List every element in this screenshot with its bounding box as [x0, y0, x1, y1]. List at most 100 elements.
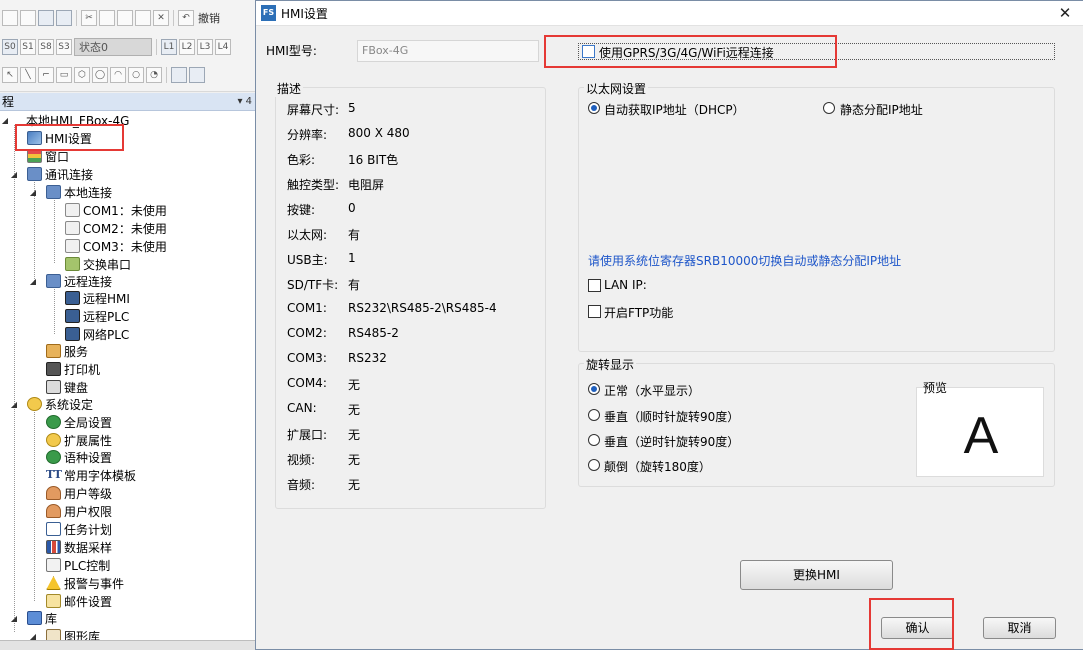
tree-item-remote-plc[interactable]: 远程PLC [65, 307, 129, 325]
tree-item-global[interactable]: 全局设置 [46, 413, 112, 431]
spec-key: 按键: [287, 203, 316, 217]
spec-key: 音频: [287, 478, 316, 492]
tree-item-net-plc[interactable]: 网络PLC [65, 325, 129, 343]
paste-icon[interactable] [117, 10, 133, 26]
dhcp-label[interactable]: 自动获取IP地址（DHCP） [604, 101, 745, 118]
layer-button-l2[interactable]: L2 [179, 39, 195, 55]
rotation-cw-label[interactable]: 垂直（顺时针旋转90度） [604, 408, 739, 425]
new-file-icon[interactable] [2, 10, 18, 26]
dhcp-radio[interactable] [588, 102, 600, 114]
rotation-normal-label[interactable]: 正常（水平显示） [604, 382, 700, 399]
collapse-icon[interactable]: ◢ [28, 188, 38, 197]
spec-key: 以太网: [287, 228, 328, 242]
tree-item-plc-control[interactable]: PLC控制 [46, 556, 110, 574]
tree-item-com3[interactable]: COM3：未使用 [65, 237, 167, 255]
tree-item-alarm[interactable]: 报警与事件 [46, 574, 124, 592]
circle-icon[interactable]: ○ [128, 67, 144, 83]
tree-item-user-level[interactable]: 用户等级 [46, 484, 112, 502]
undo-label[interactable]: 撤销 [196, 10, 220, 26]
layer-button-l3[interactable]: L3 [197, 39, 213, 55]
polygon-icon[interactable]: ⬡ [74, 67, 90, 83]
cut-icon[interactable]: ✂ [81, 10, 97, 26]
paste-special-icon[interactable] [135, 10, 151, 26]
state-button-s1[interactable]: S1 [20, 39, 36, 55]
rotation-flip-radio[interactable] [588, 459, 600, 471]
ok-button[interactable]: 确认 [881, 617, 954, 639]
static-ip-label[interactable]: 静态分配IP地址 [840, 101, 923, 118]
project-panel-header: 程 ▾ 4 [0, 93, 258, 111]
lan-ip-checkbox[interactable] [588, 279, 601, 292]
tree-item-font-template[interactable]: TT 常用字体模板 [46, 466, 136, 484]
tree-item-ext-attr[interactable]: 扩展属性 [46, 431, 112, 449]
tree-item-label: COM1：未使用 [83, 203, 167, 218]
tree-item-local-conn[interactable]: ◢ 本地连接 [30, 183, 113, 201]
toolbar-separator [76, 10, 77, 26]
state-button-s3[interactable]: S3 [56, 39, 72, 55]
rectangle-icon[interactable]: ▭ [56, 67, 72, 83]
delete-icon[interactable]: ✕ [153, 10, 169, 26]
collapse-icon[interactable]: ◢ [9, 170, 19, 179]
state-button-s0[interactable]: S0 [2, 39, 18, 55]
tree-item-com2[interactable]: COM2：未使用 [65, 219, 167, 237]
panel-pin-icon[interactable]: ▾ 4 [237, 93, 252, 111]
ftp-checkbox[interactable] [588, 305, 601, 318]
tree-item-keyboard[interactable]: 键盘 [46, 378, 88, 396]
tree-item-swap-port[interactable]: 交换串口 [65, 255, 131, 273]
arc-icon[interactable]: ◠ [110, 67, 126, 83]
cancel-button[interactable]: 取消 [983, 617, 1056, 639]
tree-item-comm[interactable]: ◢ 通讯连接 [11, 165, 93, 183]
tree-item-window[interactable]: 窗口 [27, 147, 69, 165]
tree-item-lang[interactable]: 语种设置 [46, 448, 112, 466]
tree-item-task[interactable]: 任务计划 [46, 520, 112, 538]
tree-item-library[interactable]: ◢ 库 [11, 609, 57, 627]
tree-item-printer[interactable]: 打印机 [46, 360, 100, 378]
rotation-cw-radio[interactable] [588, 409, 600, 421]
collapse-icon[interactable]: ◢ [9, 614, 19, 623]
save-icon[interactable] [38, 10, 54, 26]
tree-item-remote-conn[interactable]: ◢ 远程连接 [30, 272, 112, 290]
lan-ip-label[interactable]: LAN IP: [604, 278, 647, 292]
tree-item-remote-hmi[interactable]: 远程HMI [65, 289, 130, 307]
text-icon[interactable] [189, 67, 205, 83]
ellipse-icon[interactable]: ◯ [92, 67, 108, 83]
copy-icon[interactable] [99, 10, 115, 26]
state-button-s8[interactable]: S8 [38, 39, 54, 55]
tree-item-user-perm[interactable]: 用户权限 [46, 502, 112, 520]
tree-item-system[interactable]: ◢ 系统设定 [11, 395, 93, 413]
tree-item-root[interactable]: ◢ 本地HMI_FBox-4G [2, 111, 129, 129]
dialog-titlebar[interactable]: FS HMI设置 ✕ [256, 1, 1083, 26]
open-folder-icon[interactable] [20, 10, 36, 26]
line-icon[interactable]: ╲ [20, 67, 36, 83]
project-panel-title: 程 [2, 95, 15, 109]
layer-button-l4[interactable]: L4 [215, 39, 231, 55]
rotation-flip-label[interactable]: 颠倒（旋转180度） [604, 458, 711, 475]
tree-item-label: HMI设置 [45, 131, 92, 146]
change-hmi-button[interactable]: 更换HMI [740, 560, 893, 590]
pointer-icon[interactable]: ↖ [2, 67, 18, 83]
tree-item-com1[interactable]: COM1：未使用 [65, 201, 167, 219]
rotation-ccw-radio[interactable] [588, 434, 600, 446]
tree-item-data-sampling[interactable]: 数据采样 [46, 538, 112, 556]
rotation-ccw-label[interactable]: 垂直（逆时针旋转90度） [604, 433, 739, 450]
collapse-icon[interactable]: ◢ [28, 277, 38, 286]
save-all-icon[interactable] [56, 10, 72, 26]
layer-button-l1[interactable]: L1 [161, 39, 177, 55]
sector-icon[interactable]: ◔ [146, 67, 162, 83]
image-icon[interactable] [171, 67, 187, 83]
rotation-normal-radio[interactable] [588, 383, 600, 395]
static-ip-radio[interactable] [823, 102, 835, 114]
state-select[interactable]: 状态0 [74, 38, 152, 56]
gprs-label[interactable]: 使用GPRS/3G/4G/WiFi远程连接 [599, 44, 774, 61]
collapse-icon[interactable]: ◢ [0, 116, 10, 125]
polyline-icon[interactable]: ⌐ [38, 67, 54, 83]
collapse-icon[interactable]: ◢ [9, 400, 19, 409]
tree-item-mail[interactable]: 邮件设置 [46, 592, 112, 610]
tree-item-label: 本地连接 [64, 185, 113, 200]
undo-icon[interactable]: ↶ [178, 10, 194, 26]
spec-value: 5 [348, 101, 356, 115]
tree-item-hmi-settings[interactable]: HMI设置 [27, 129, 92, 147]
gprs-checkbox[interactable] [582, 45, 595, 58]
ftp-label[interactable]: 开启FTP功能 [604, 304, 673, 321]
tree-item-service[interactable]: 服务 [46, 342, 88, 360]
close-icon[interactable]: ✕ [1055, 3, 1075, 23]
